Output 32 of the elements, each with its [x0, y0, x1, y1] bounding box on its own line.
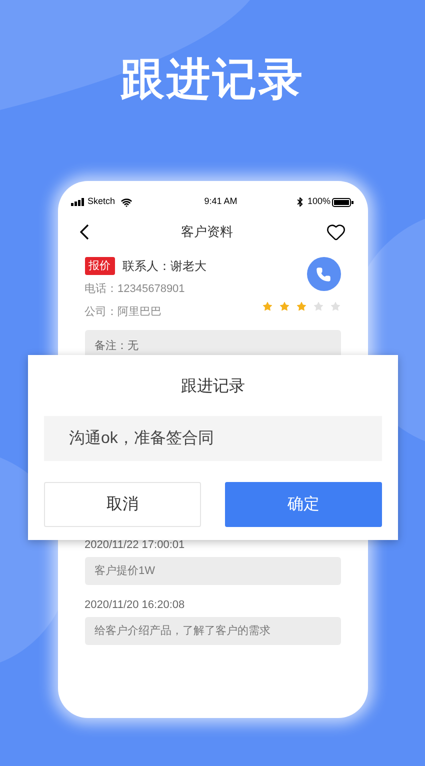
contact-text: 联系人：谢老大	[122, 258, 206, 275]
remark-text: 备注：无	[94, 340, 138, 352]
battery-icon	[332, 198, 354, 206]
star-icon	[312, 301, 324, 312]
bluetooth-icon	[295, 197, 306, 207]
favorite-button[interactable]	[326, 222, 346, 242]
record-note: 客户提价1W	[84, 556, 340, 584]
record-time: 2020/11/20 16:20:08	[84, 598, 186, 612]
confirm-button[interactable]: 确定	[225, 482, 382, 527]
record-time: 2020/11/22 17:00:01	[84, 538, 186, 552]
status-tag: 报价	[84, 257, 114, 275]
carrier-text: Sketch	[88, 195, 116, 208]
chevron-left-icon	[80, 224, 88, 240]
back-button[interactable]	[80, 224, 88, 240]
cancel-button[interactable]: 取消	[44, 482, 201, 527]
call-button[interactable]	[306, 257, 340, 291]
page-title: 跟进记录	[120, 54, 304, 106]
dialog-title: 跟进记录	[181, 376, 245, 397]
wifi-icon	[121, 196, 132, 208]
star-icon	[330, 301, 340, 312]
nav-title: 客户资料	[181, 223, 233, 242]
star-icon	[296, 301, 306, 312]
signal-icon	[70, 198, 84, 206]
star-icon	[262, 301, 272, 312]
star-icon	[278, 301, 290, 312]
phone-icon	[316, 266, 331, 282]
record-input[interactable]: 沟通ok，准备签合同	[44, 416, 382, 461]
battery-text: 100%	[307, 195, 330, 208]
phone-text: 电话：12345678901	[84, 282, 186, 297]
status-time: 9:41 AM	[204, 195, 238, 208]
company-text: 公司：阿里巴巴	[84, 304, 162, 320]
record-note: 给客户介绍产品，了解了客户的需求	[84, 616, 340, 644]
